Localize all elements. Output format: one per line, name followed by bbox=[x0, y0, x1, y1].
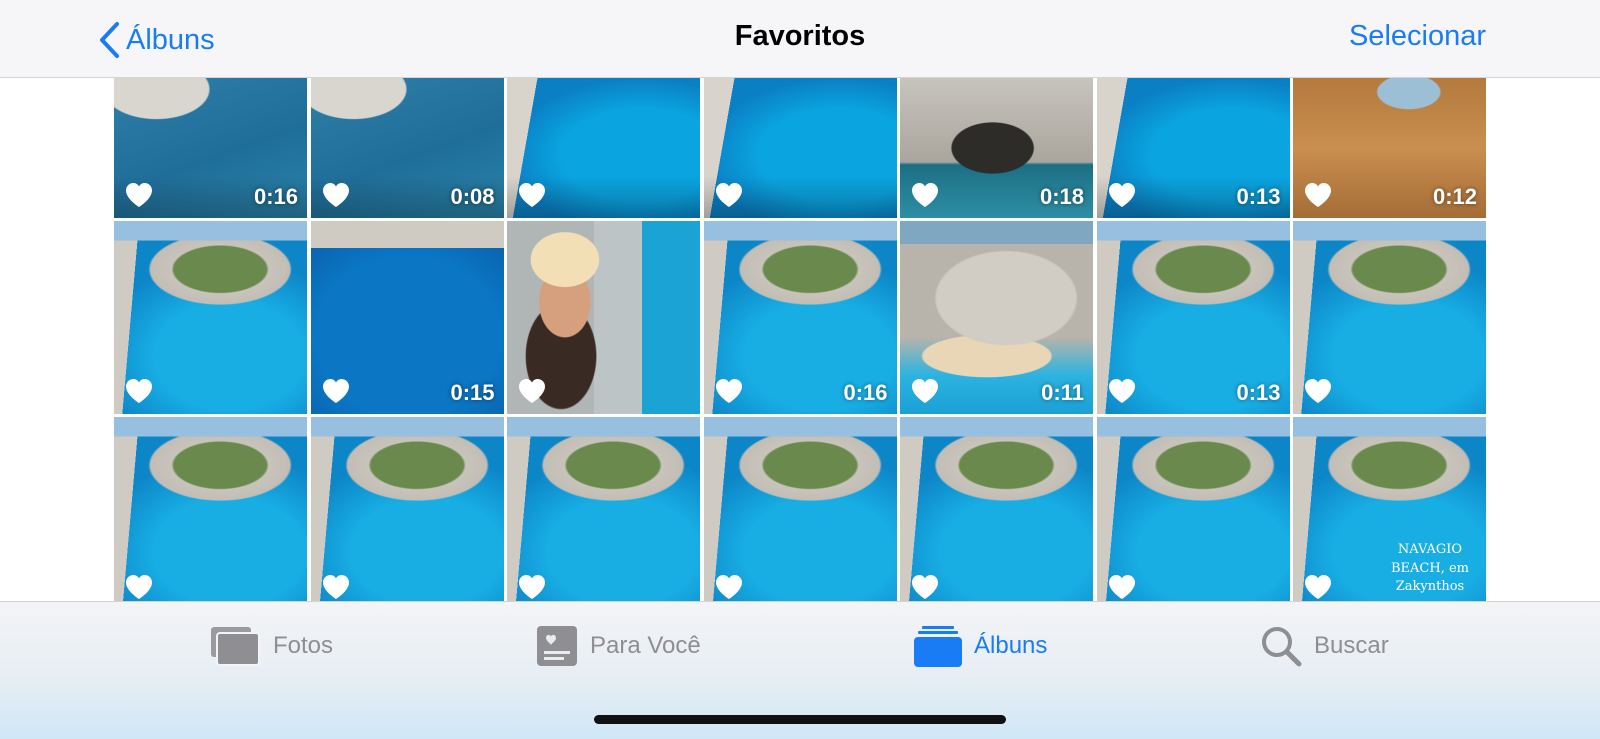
select-button[interactable]: Selecionar bbox=[1349, 20, 1486, 53]
photo-thumbnail[interactable] bbox=[310, 417, 504, 610]
photo-thumbnail[interactable] bbox=[114, 417, 307, 610]
favorite-heart-icon bbox=[1108, 378, 1136, 404]
photos-icon bbox=[211, 627, 260, 666]
video-duration: 0:11 bbox=[1041, 380, 1084, 405]
tab-para-voce[interactable]: Para Você bbox=[536, 624, 701, 668]
video-duration: 0:08 bbox=[450, 184, 495, 209]
photo-thumbnail[interactable]: 0:16 bbox=[703, 221, 897, 414]
favorite-heart-icon bbox=[1108, 574, 1136, 600]
photo-thumbnail[interactable]: NAVAGIO BEACH, em Zakynthos bbox=[1293, 417, 1486, 610]
albums-icon bbox=[914, 626, 962, 667]
for-you-icon bbox=[537, 626, 577, 666]
photo-overlay-text: NAVAGIO BEACH, em Zakynthos bbox=[1391, 542, 1469, 594]
photo-thumbnail[interactable] bbox=[114, 221, 307, 414]
favorite-heart-icon bbox=[125, 574, 153, 600]
photo-thumbnail[interactable] bbox=[900, 417, 1093, 610]
favorite-heart-icon bbox=[1108, 182, 1136, 208]
favorite-heart-icon bbox=[715, 574, 743, 600]
photo-thumbnail[interactable] bbox=[1096, 417, 1290, 610]
search-icon bbox=[1262, 627, 1302, 667]
favorite-heart-icon bbox=[715, 378, 743, 404]
video-duration: 0:13 bbox=[1236, 184, 1281, 209]
favorite-heart-icon bbox=[518, 574, 546, 600]
tab-fotos[interactable]: Fotos bbox=[209, 624, 333, 668]
favorite-heart-icon bbox=[322, 574, 350, 600]
favorite-heart-icon bbox=[125, 378, 153, 404]
photo-thumbnail[interactable]: 0:11 bbox=[900, 221, 1093, 414]
tab-albuns[interactable]: Álbuns bbox=[914, 624, 1047, 668]
tab-label: Álbuns bbox=[974, 632, 1048, 659]
photo-thumbnail[interactable]: 0:13 bbox=[1096, 221, 1290, 414]
photo-thumbnail[interactable]: 0:12 bbox=[1293, 78, 1486, 218]
tab-buscar[interactable]: Buscar bbox=[1260, 624, 1389, 668]
favorite-heart-icon bbox=[322, 378, 350, 404]
photo-thumbnail[interactable]: 0:08 bbox=[310, 78, 504, 218]
favorite-heart-icon bbox=[911, 378, 939, 404]
photo-thumbnail[interactable] bbox=[507, 78, 700, 218]
video-duration: 0:16 bbox=[843, 380, 888, 405]
tab-label: Para Você bbox=[590, 632, 701, 659]
favorite-heart-icon bbox=[518, 378, 546, 404]
photo-thumbnail[interactable]: 0:18 bbox=[900, 78, 1093, 218]
photo-grid: 0:16 0:08 0:18 0:13 0:12 0:15 0:16 0:11 0:13 NAVA… bbox=[114, 78, 1486, 610]
favorite-heart-icon bbox=[911, 182, 939, 208]
photo-thumbnail[interactable] bbox=[507, 417, 700, 610]
favorite-heart-icon bbox=[518, 182, 546, 208]
photo-thumbnail[interactable] bbox=[1293, 221, 1486, 414]
favorite-heart-icon bbox=[1304, 182, 1332, 208]
favorite-heart-icon bbox=[715, 182, 743, 208]
photo-thumbnail[interactable] bbox=[703, 78, 897, 218]
favorite-heart-icon bbox=[322, 182, 350, 208]
video-duration: 0:15 bbox=[450, 380, 495, 405]
favorite-heart-icon bbox=[1304, 574, 1332, 600]
favorite-heart-icon bbox=[125, 182, 153, 208]
favorite-heart-icon bbox=[911, 574, 939, 600]
favorite-heart-icon bbox=[1304, 378, 1332, 404]
photo-thumbnail[interactable]: 0:16 bbox=[114, 78, 307, 218]
tab-label: Buscar bbox=[1314, 632, 1389, 659]
photo-thumbnail[interactable] bbox=[507, 221, 700, 414]
video-duration: 0:16 bbox=[253, 184, 298, 209]
home-indicator[interactable] bbox=[594, 715, 1006, 724]
photo-thumbnail[interactable] bbox=[703, 417, 897, 610]
photo-thumbnail[interactable]: 0:13 bbox=[1096, 78, 1290, 218]
tab-label: Fotos bbox=[273, 632, 334, 659]
video-duration: 0:13 bbox=[1236, 380, 1281, 405]
video-duration: 0:18 bbox=[1039, 184, 1084, 209]
video-duration: 0:12 bbox=[1432, 184, 1477, 209]
photo-thumbnail[interactable]: 0:15 bbox=[310, 221, 504, 414]
navigation-bar: Álbuns Favoritos Selecionar bbox=[0, 0, 1600, 78]
